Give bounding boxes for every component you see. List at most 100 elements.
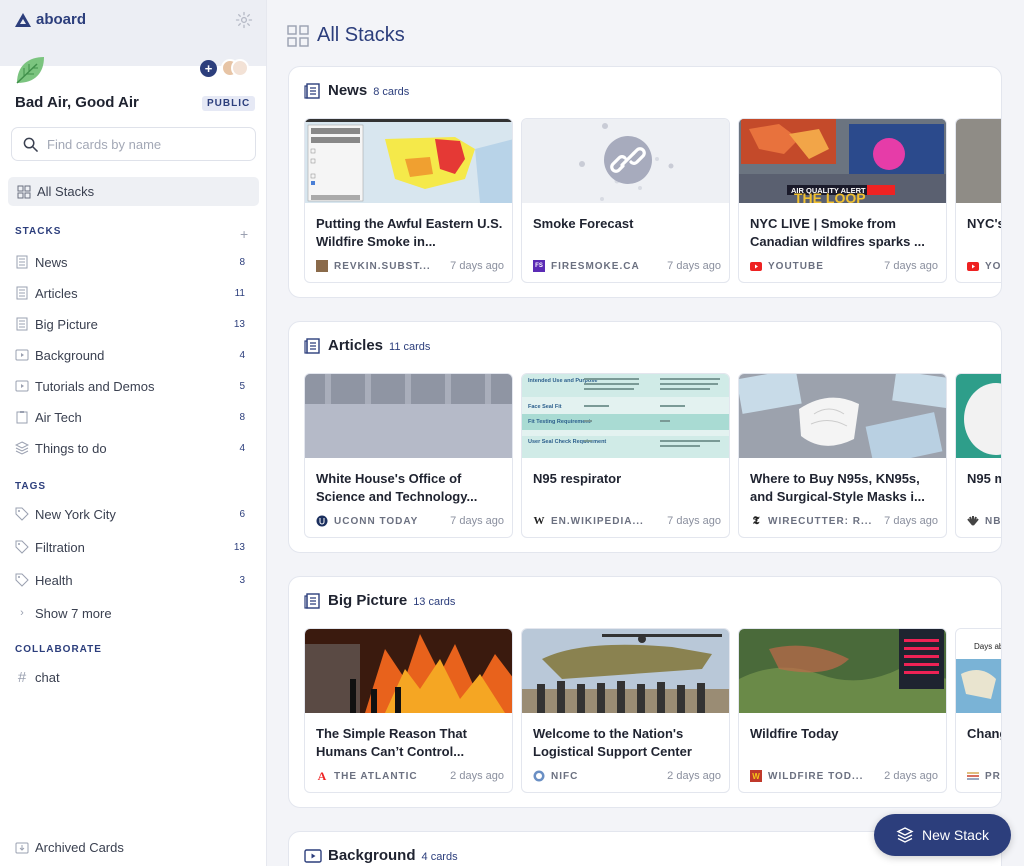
card[interactable]: Intended Use and Purpose Face Seal Fit F… xyxy=(521,373,730,538)
card-title: NYC's world xyxy=(967,216,1002,231)
card-title: Where to Buy N95s, KN95s, and Surgical-S… xyxy=(750,471,925,504)
sidebar-tag-filtration[interactable]: Filtration 13 xyxy=(15,536,245,558)
card-thumbnail xyxy=(956,374,1001,458)
gear-icon[interactable] xyxy=(235,11,253,29)
sidebar-item-count: 11 xyxy=(234,287,245,299)
card-meta: FS FIRESMOKE.CA 7 days ago xyxy=(533,260,721,272)
card[interactable]: Welcome to the Nation's Logistical Suppo… xyxy=(521,628,730,793)
clipboard-icon xyxy=(16,411,28,424)
stacks-section-label: STACKS xyxy=(15,226,62,237)
add-stack-icon[interactable]: + xyxy=(240,226,248,242)
archived-cards-link[interactable]: Archived Cards xyxy=(15,840,124,855)
sidebar-item-air-tech[interactable]: Air Tech 8 xyxy=(15,406,245,428)
sidebar-item-label: chat xyxy=(35,669,60,685)
card-source: YOUTUBE xyxy=(768,260,824,272)
sidebar-tag-new-york-city[interactable]: New York City 6 xyxy=(15,503,245,525)
card[interactable]: Days ab Chang Days PRO xyxy=(955,628,1001,793)
card-thumbnail xyxy=(305,629,512,713)
sidebar-item-chat[interactable]: # chat xyxy=(15,666,245,688)
visibility-badge[interactable]: PUBLIC xyxy=(202,96,256,111)
source-favicon-icon xyxy=(967,770,979,782)
card-title: Welcome to the Nation's Logistical Suppo… xyxy=(533,726,692,759)
show-more-label: Show 7 more xyxy=(35,605,112,621)
stack-header[interactable]: Big Picture 13 cards xyxy=(304,592,455,610)
sidebar-item-count: 8 xyxy=(239,411,245,423)
stack-header[interactable]: News 8 cards xyxy=(304,82,409,100)
card-thumbnail xyxy=(739,374,946,458)
card-source: FIRESMOKE.CA xyxy=(551,260,640,272)
card[interactable]: White House's Office of Science and Tech… xyxy=(304,373,513,538)
sidebar-item-count: 4 xyxy=(239,349,245,361)
video-icon xyxy=(304,849,322,863)
card-meta: YOU xyxy=(967,260,1001,272)
thumbnail-row-label: Face Seal Fit xyxy=(528,404,562,410)
nav-all-stacks-label: All Stacks xyxy=(37,184,95,199)
card[interactable]: Putting the Awful Eastern U.S. Wildfire … xyxy=(304,118,513,283)
card-source: EN.WIKIPEDIA... xyxy=(551,515,644,527)
video-icon xyxy=(15,349,29,361)
add-member-button[interactable]: + xyxy=(200,60,217,77)
sidebar-item-big-picture[interactable]: Big Picture 13 xyxy=(15,313,245,335)
sidebar-item-label: New York City xyxy=(35,506,116,522)
card-meta: REVKIN.SUBST... 7 days ago xyxy=(316,260,504,272)
stack-header[interactable]: Background 4 cards xyxy=(304,847,458,865)
stack-big-picture[interactable]: Big Picture 13 cards The Simple Reason T… xyxy=(288,576,1002,808)
avatar[interactable] xyxy=(231,59,249,77)
document-icon xyxy=(304,83,320,99)
card-meta: W EN.WIKIPEDIA... 7 days ago xyxy=(533,515,722,527)
archive-icon xyxy=(15,842,29,853)
stack-name: Background xyxy=(328,847,416,864)
card-title: N95 respirator xyxy=(533,471,622,486)
workspace-leaf-icon xyxy=(16,57,44,84)
video-icon xyxy=(15,380,29,392)
sidebar-item-count: 6 xyxy=(239,508,245,520)
card-source: WIRECUTTER: R... xyxy=(768,515,873,527)
nav-all-stacks[interactable]: All Stacks xyxy=(8,177,259,206)
card[interactable]: NYC's world YOU xyxy=(955,118,1002,283)
card-date: 7 days ago xyxy=(884,515,938,527)
document-icon xyxy=(16,255,28,269)
card[interactable]: Smoke Forecast FS FIRESMOKE.CA 7 days ag… xyxy=(521,118,730,283)
card[interactable]: Wildfire Today W WILDFIRE TOD... 2 days … xyxy=(738,628,947,793)
wikipedia-icon: W xyxy=(533,515,545,527)
sidebar-tag-health[interactable]: Health 3 xyxy=(15,569,245,591)
brand-logo[interactable]: aboard xyxy=(15,11,86,28)
grid-icon xyxy=(287,24,309,47)
new-stack-button[interactable]: New Stack xyxy=(874,814,1011,856)
card-source: THE ATLANTIC xyxy=(334,770,418,782)
sidebar-item-count: 3 xyxy=(239,574,245,586)
card-date: 7 days ago xyxy=(884,260,938,272)
search-box[interactable] xyxy=(11,127,256,161)
card-date: 7 days ago xyxy=(450,260,504,272)
card-thumbnail xyxy=(739,629,946,713)
card-meta: YOUTUBE 7 days ago xyxy=(750,260,938,272)
card-meta: PRO xyxy=(967,770,1001,782)
nyt-icon: 𝕿 xyxy=(752,514,760,527)
main-content: All Stacks News 8 cards Putting the Awfu… xyxy=(268,0,1024,866)
card[interactable]: Where to Buy N95s, KN95s, and Surgical-S… xyxy=(738,373,947,538)
card[interactable]: The Simple Reason That Humans Can’t Cont… xyxy=(304,628,513,793)
stack-news[interactable]: News 8 cards Putting the Awful Eastern U… xyxy=(288,66,1002,298)
new-stack-label: New Stack xyxy=(922,827,989,843)
sidebar-item-things-to-do[interactable]: Things to do 4 xyxy=(15,437,245,459)
stack-count: 4 cards xyxy=(421,851,458,863)
card-source: UCONN TODAY xyxy=(334,515,419,527)
sidebar-item-count: 13 xyxy=(233,318,245,330)
sidebar-item-tutorials-and-demos[interactable]: Tutorials and Demos 5 xyxy=(15,375,245,397)
show-more-tags[interactable]: › Show 7 more xyxy=(15,602,245,624)
thumbnail-row-label: User Seal Check Requirement xyxy=(528,439,606,445)
sidebar-item-news[interactable]: News 8 xyxy=(15,251,245,273)
sidebar-item-articles[interactable]: Articles 11 xyxy=(15,282,245,304)
card[interactable]: AIR QUALITY ALERT THE LOOP NYC LIVE | Sm… xyxy=(738,118,947,283)
card[interactable]: N95 m prote NBC xyxy=(955,373,1001,538)
card-thumbnail: Days ab xyxy=(956,629,1001,713)
page-title-text: All Stacks xyxy=(317,24,405,46)
search-input[interactable] xyxy=(47,136,237,152)
sidebar-item-label: Big Picture xyxy=(35,316,98,332)
svg-text:THE LOOP: THE LOOP xyxy=(794,190,866,203)
stack-articles[interactable]: Articles 11 cards White House's Office o… xyxy=(288,321,1002,553)
card-source: WILDFIRE TOD... xyxy=(768,770,864,782)
youtube-icon xyxy=(967,260,979,272)
stack-header[interactable]: Articles 11 cards xyxy=(304,337,430,355)
sidebar-item-background[interactable]: Background 4 xyxy=(15,344,245,366)
